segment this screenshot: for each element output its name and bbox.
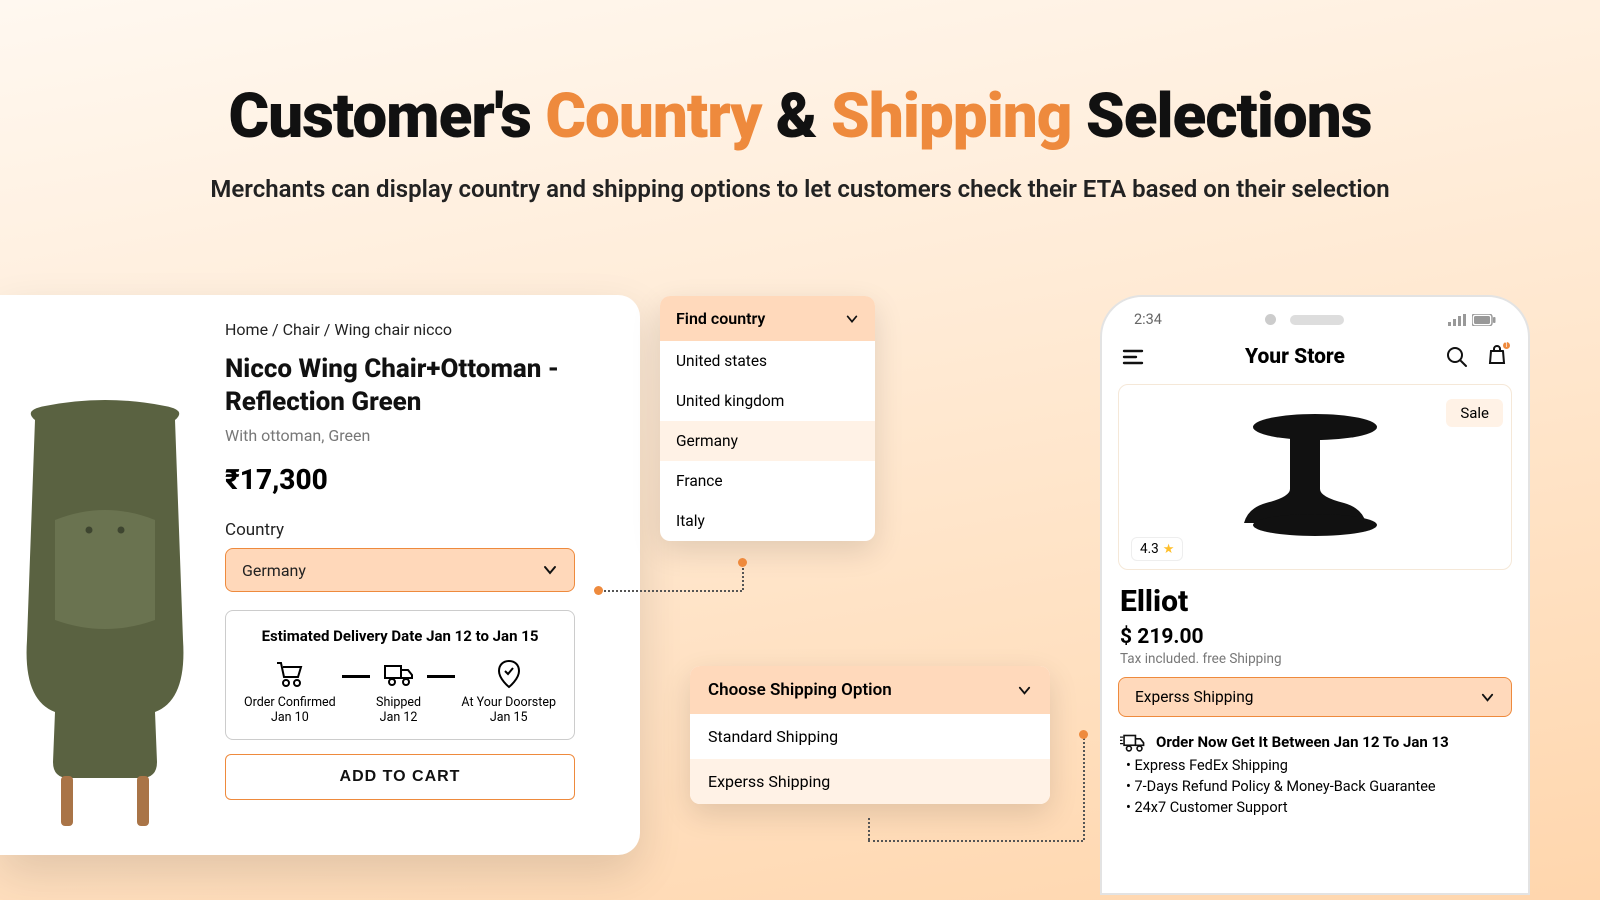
connector-dot-icon (594, 586, 603, 595)
cart-button[interactable]: 1 (1486, 344, 1508, 370)
product-subtitle: With ottoman, Green (225, 426, 600, 445)
country-select[interactable]: Germany (225, 548, 575, 592)
rating-value: 4.3 (1140, 541, 1159, 557)
hero-t2: Country (545, 80, 761, 153)
chevron-down-icon (1017, 683, 1032, 698)
chevron-down-icon (542, 562, 558, 578)
sale-badge: Sale (1446, 399, 1503, 427)
rating-badge: 4.3 ★ (1131, 537, 1183, 561)
country-option-germany[interactable]: Germany (660, 421, 875, 461)
mobile-eta-text: Order Now Get It Between Jan 12 To Jan 1… (1156, 733, 1449, 751)
connector-line (1083, 735, 1085, 840)
choose-shipping-dropdown[interactable]: Choose Shipping Option Standard Shipping… (690, 666, 1050, 804)
connector-line (868, 840, 1083, 842)
desktop-product-card: Home / Chair / Wing chair nicco Nicco Wi… (0, 295, 640, 855)
product-image (0, 320, 210, 830)
find-country-head[interactable]: Find country (660, 296, 875, 341)
camera-dot-icon (1265, 314, 1276, 325)
eta-step-confirmed: Order Confirmed Jan 10 (244, 659, 336, 725)
chevron-down-icon (845, 312, 859, 326)
search-icon[interactable] (1446, 346, 1468, 368)
eta-title: Estimated Delivery Date Jan 12 to Jan 15 (244, 627, 556, 645)
cart-icon (273, 659, 307, 689)
hero-t3: & (761, 80, 831, 153)
country-option-us[interactable]: United states (660, 341, 875, 381)
product-info: Home / Chair / Wing chair nicco Nicco Wi… (210, 320, 600, 830)
eta-line (342, 675, 370, 678)
connector-line (597, 590, 742, 592)
find-country-label: Find country (676, 309, 765, 328)
mobile-shipping-select[interactable]: Experss Shipping (1118, 677, 1512, 717)
star-icon: ★ (1163, 542, 1175, 557)
hero-section: Customer's Country & Shipping Selections… (0, 0, 1600, 203)
menu-icon[interactable] (1122, 346, 1144, 368)
fast-truck-icon (1120, 731, 1146, 753)
store-title: Your Store (1245, 345, 1345, 369)
truck-icon (382, 659, 416, 689)
choose-shipping-head[interactable]: Choose Shipping Option (690, 666, 1050, 714)
location-check-icon (492, 659, 526, 689)
mobile-product-card[interactable]: Sale 4.3 ★ (1118, 384, 1512, 570)
shipping-option-standard[interactable]: Standard Shipping (690, 714, 1050, 759)
shipping-option-express[interactable]: Experss Shipping (690, 759, 1050, 804)
connector-line (742, 564, 744, 590)
product-price: ₹17,300 (225, 463, 600, 496)
product-title: Nicco Wing Chair+Ottoman - Reflection Gr… (225, 353, 600, 418)
country-option-italy[interactable]: Italy (660, 501, 875, 541)
mobile-preview: 2:34 Your Store 1 Sale 4.3 ★ Elliot $ 219… (1100, 295, 1530, 895)
product-table-illustration-icon (1230, 399, 1400, 549)
chair-illustration-icon (5, 400, 205, 830)
connector-dot-icon (738, 558, 747, 567)
bullet-1: • Express FedEx Shipping (1126, 757, 1504, 774)
chevron-down-icon (1480, 690, 1495, 705)
mobile-shipping-value: Experss Shipping (1135, 688, 1253, 706)
battery-icon (1472, 314, 1496, 326)
add-to-cart-button[interactable]: ADD TO CART (225, 754, 575, 800)
store-header: Your Store 1 (1102, 334, 1528, 380)
hero-t4: Shipping (831, 80, 1071, 153)
status-icons (1448, 314, 1496, 326)
country-label: Country (225, 520, 600, 540)
mobile-tax-note: Tax included. free Shipping (1120, 651, 1510, 667)
connector-dot-icon (1079, 730, 1088, 739)
eta-steps: Order Confirmed Jan 10 Shipped Jan 12 At… (244, 659, 556, 725)
eta-step-doorstep: At Your Doorstep Jan 15 (461, 659, 556, 725)
hero-t1: Customer's (228, 80, 545, 153)
country-option-france[interactable]: France (660, 461, 875, 501)
hero-sub: Merchants can display country and shippi… (0, 175, 1600, 203)
connector-line (868, 818, 870, 840)
breadcrumb[interactable]: Home / Chair / Wing chair nicco (225, 320, 600, 339)
mobile-product-name: Elliot (1120, 584, 1510, 619)
mobile-product-price: $ 219.00 (1120, 625, 1510, 649)
signal-icon (1448, 314, 1466, 326)
status-bar: 2:34 (1102, 297, 1528, 334)
speaker-pill-icon (1290, 315, 1344, 325)
status-time: 2:34 (1134, 311, 1162, 328)
country-select-value: Germany (242, 561, 306, 580)
notch (1265, 314, 1344, 325)
mobile-bullets: • Express FedEx Shipping • 7-Days Refund… (1126, 757, 1504, 816)
cart-badge: 1 (1501, 340, 1512, 351)
bullet-3: • 24x7 Customer Support (1126, 799, 1504, 816)
bullet-2: • 7-Days Refund Policy & Money-Back Guar… (1126, 778, 1504, 795)
eta-step-shipped: Shipped Jan 12 (376, 659, 421, 725)
find-country-dropdown[interactable]: Find country United states United kingdo… (660, 296, 875, 541)
hero-title: Customer's Country & Shipping Selections (0, 80, 1600, 153)
eta-line (427, 675, 455, 678)
choose-shipping-label: Choose Shipping Option (708, 680, 892, 700)
hero-t5: Selections (1071, 80, 1371, 153)
eta-box: Estimated Delivery Date Jan 12 to Jan 15… (225, 610, 575, 740)
country-option-uk[interactable]: United kingdom (660, 381, 875, 421)
mobile-eta: Order Now Get It Between Jan 12 To Jan 1… (1120, 731, 1510, 753)
